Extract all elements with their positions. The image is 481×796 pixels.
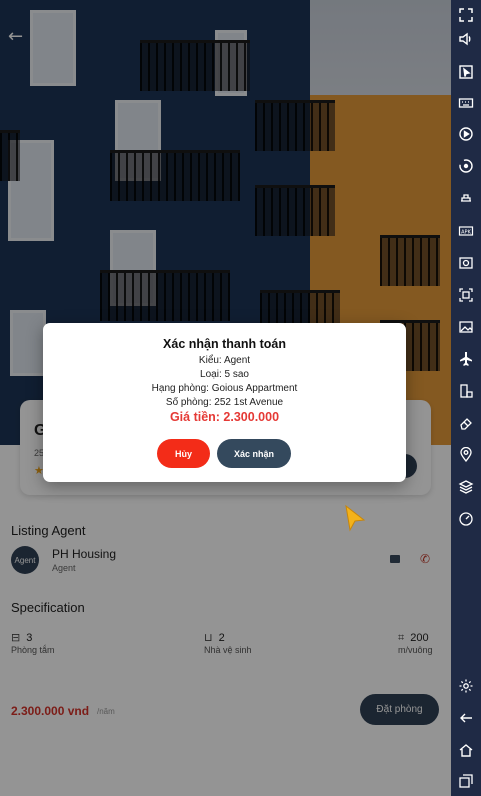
pointer-icon[interactable] [451,57,481,87]
dialog-title: Xác nhận thanh toán [163,337,286,351]
keyboard-icon[interactable] [451,88,481,118]
sync-icon[interactable] [451,151,481,181]
layers-icon[interactable] [451,472,481,502]
erase-icon[interactable] [451,408,481,438]
dialog-room-class: Hạng phòng: Goious Appartment [151,383,298,394]
gallery-icon[interactable] [451,312,481,342]
payment-confirm-dialog: Xác nhận thanh toán Kiểu: Agent Loại: 5 … [43,323,406,482]
crop-icon[interactable] [451,280,481,310]
app-screen: ← G 25 ★ Listing Agent Agent PH Housing … [0,0,451,796]
dialog-kind: Kiểu: Agent [198,355,251,366]
cancel-button[interactable]: Hủy [157,439,210,468]
rotate-icon[interactable] [451,376,481,406]
volume-icon[interactable] [451,24,481,54]
recents-icon[interactable] [451,766,481,796]
apk-icon[interactable]: APK [451,216,481,246]
emulator-toolbar: APK [451,0,481,796]
dialog-type: Loại: 5 sao [200,369,249,380]
mouse-cursor-icon [345,504,366,532]
settings-icon[interactable] [451,671,481,701]
speed-icon[interactable] [451,504,481,534]
svg-text:APK: APK [461,230,471,236]
airplane-icon[interactable] [451,344,481,374]
dialog-room-number: Số phòng: 252 1st Avenue [165,397,284,408]
record-icon[interactable] [451,119,481,149]
confirm-button[interactable]: Xác nhận [217,439,291,468]
home-icon[interactable] [451,735,481,765]
back-icon[interactable] [451,703,481,733]
screenshot-icon[interactable] [451,248,481,278]
gamepad-icon[interactable] [451,183,481,213]
location-icon[interactable] [451,440,481,470]
dialog-price: Giá tiền: 2.300.000 [169,410,280,424]
